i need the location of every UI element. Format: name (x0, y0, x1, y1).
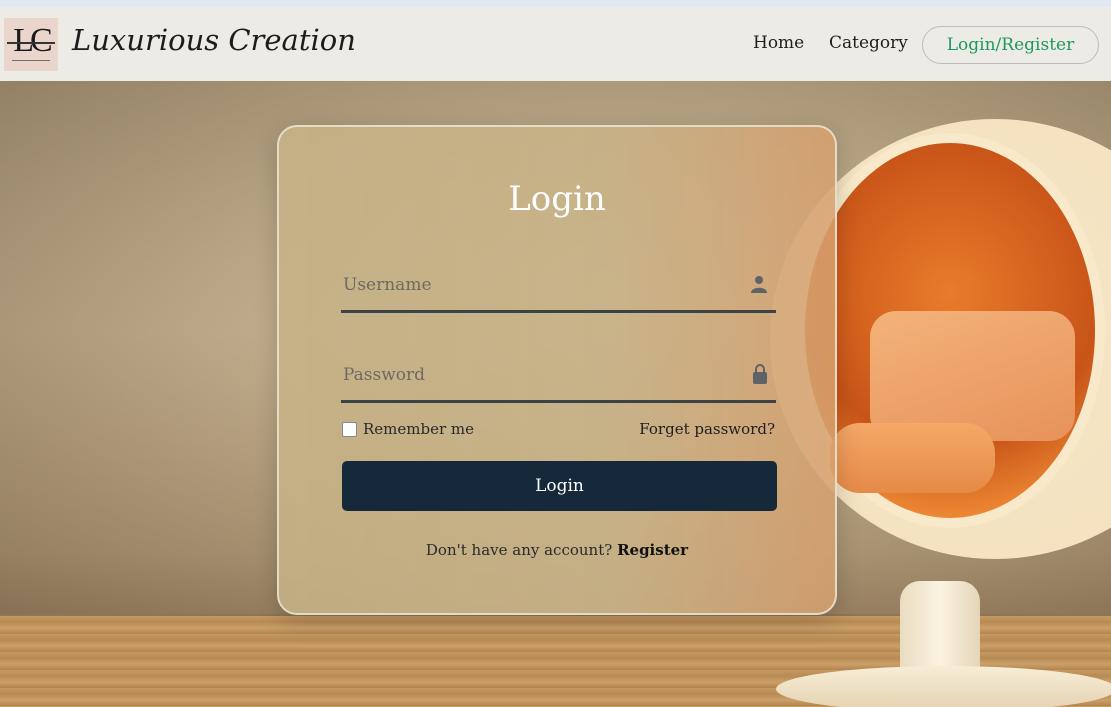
browser-top-strip (0, 0, 1111, 7)
logo[interactable]: LC (4, 18, 58, 71)
username-input[interactable] (341, 262, 735, 307)
login-card: Login Remember me Forget password? Login… (277, 125, 837, 615)
register-prompt: Don't have any account? Register (279, 541, 835, 559)
register-link[interactable]: Register (617, 541, 688, 559)
login-title: Login (508, 179, 606, 219)
remember-checkbox[interactable] (342, 422, 357, 437)
logo-stripe (7, 42, 55, 44)
password-input[interactable] (341, 352, 735, 397)
login-register-button[interactable]: Login/Register (922, 26, 1099, 64)
login-submit-button[interactable]: Login (342, 461, 777, 511)
username-field (341, 262, 776, 313)
chair-base (776, 666, 1111, 707)
logo-letters: LC (13, 22, 52, 59)
logo-subline (12, 60, 50, 61)
nav-category-link[interactable]: Category (829, 33, 908, 53)
lock-icon (753, 364, 767, 384)
password-field (341, 352, 776, 403)
remember-label: Remember me (363, 420, 475, 438)
chair-seat-cushion (830, 423, 995, 493)
user-icon (751, 276, 767, 293)
nav-home-link[interactable]: Home (753, 33, 804, 53)
forgot-password-link[interactable]: Forget password? (639, 420, 775, 438)
register-prompt-text: Don't have any account? (425, 541, 613, 559)
navbar: LC Luxurious Creation Home Category Logi… (0, 7, 1111, 81)
chair-back-cushion (870, 311, 1075, 441)
brand-name[interactable]: Luxurious Creation (72, 23, 356, 57)
